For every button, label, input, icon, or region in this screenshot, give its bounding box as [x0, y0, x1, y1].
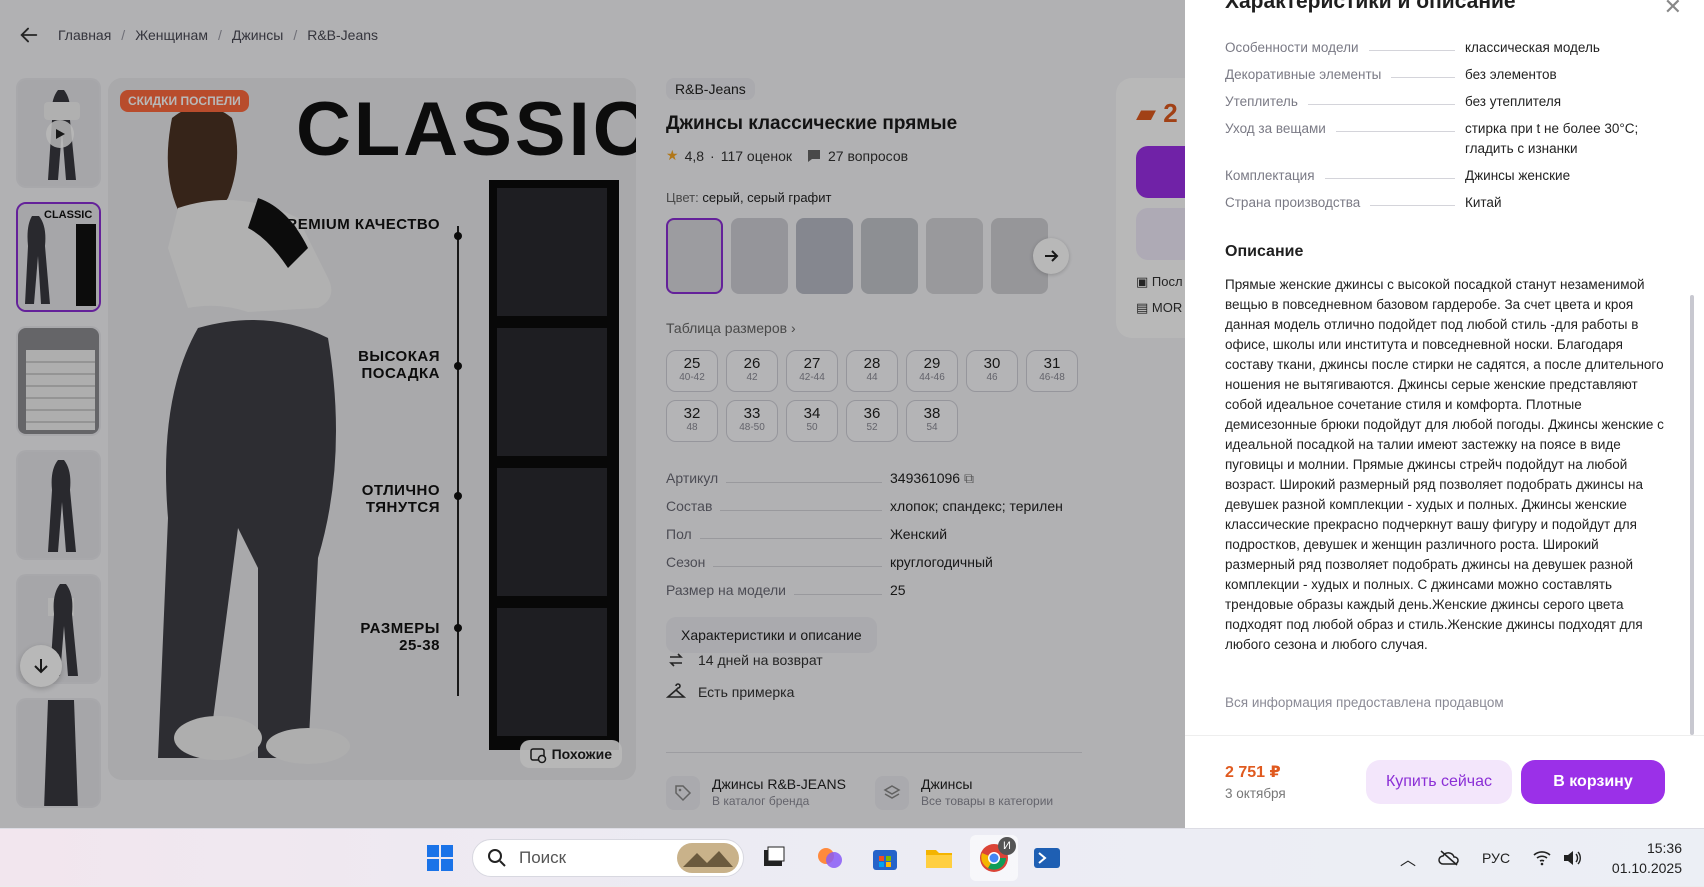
file-explorer-icon[interactable]	[923, 842, 955, 874]
chrome-taskbar-button[interactable]: И	[970, 835, 1018, 881]
char-key: Особенности модели	[1225, 40, 1359, 55]
chevron-up-icon[interactable]: ︿	[1400, 846, 1416, 870]
description-heading: Описание	[1225, 243, 1304, 260]
char-value: Китай	[1465, 195, 1502, 210]
search-highlight-icon	[677, 843, 739, 873]
char-key: Утеплитель	[1225, 94, 1298, 109]
copilot-icon[interactable]	[814, 842, 846, 874]
task-view-icon[interactable]	[758, 842, 790, 874]
windows-start-icon[interactable]	[424, 842, 456, 874]
onedrive-icon[interactable]	[1438, 849, 1460, 867]
chrome-profile-badge: И	[998, 837, 1016, 855]
char-leader	[1368, 38, 1455, 51]
char-leader	[1335, 119, 1455, 132]
char-value: классическая модель	[1465, 40, 1600, 55]
characteristics-list: Особенности модели классическая модель Де…	[1225, 38, 1665, 220]
terminal-icon[interactable]	[1031, 842, 1063, 874]
characteristic-row: Уход за вещами стирка при t не более 30°С…	[1225, 119, 1665, 159]
characteristic-row: Особенности модели классическая модель	[1225, 38, 1665, 58]
panel-footer: 2 751 ₽ 3 октября Купить сейчас В корзин…	[1185, 735, 1704, 828]
char-value: стирка при t не более 30°С; гладить с из…	[1465, 121, 1639, 156]
volume-icon[interactable]	[1562, 850, 1582, 866]
search-icon	[488, 849, 506, 867]
char-key: Уход за вещами	[1225, 121, 1326, 136]
char-leader	[1391, 65, 1455, 78]
taskbar-search[interactable]: Поиск	[472, 839, 744, 877]
characteristic-row: Страна производства Китай	[1225, 193, 1665, 213]
wifi-icon[interactable]	[1532, 850, 1552, 866]
characteristics-panel: Характеристики и описание ✕ Особенности …	[1185, 0, 1704, 828]
char-value: без утеплителя	[1465, 94, 1562, 109]
characteristic-row: Комплектация Джинсы женские	[1225, 166, 1665, 186]
panel-scrollbar[interactable]	[1690, 295, 1694, 735]
search-placeholder: Поиск	[519, 848, 567, 867]
char-leader	[1307, 92, 1455, 105]
clock-time: 15:36	[1646, 840, 1682, 856]
buy-now-button[interactable]: Купить сейчас	[1366, 760, 1512, 804]
taskbar: Поиск И ︿ РУС 15:36 01.10.2025	[0, 828, 1704, 886]
char-leader	[1324, 166, 1455, 179]
char-value: Джинсы женские	[1465, 168, 1571, 183]
footer-price: 2 751 ₽	[1225, 764, 1281, 781]
page: Главная / Женщинам / Джинсы / R&B-Jeans …	[0, 0, 1704, 828]
add-to-cart-button[interactable]: В корзину	[1521, 760, 1665, 804]
description-text: Прямые женские джинсы с высокой посадкой…	[1225, 277, 1664, 652]
language-indicator[interactable]: РУС	[1482, 850, 1510, 866]
store-icon[interactable]	[869, 842, 901, 874]
system-tray: ︿ РУС	[1400, 829, 1582, 887]
clock-date: 01.10.2025	[1611, 860, 1682, 876]
char-value: без элементов	[1465, 67, 1557, 82]
char-key: Декоративные элементы	[1225, 67, 1382, 82]
char-leader	[1370, 193, 1455, 206]
modal-overlay[interactable]	[0, 0, 1185, 828]
characteristic-row: Декоративные элементы без элементов	[1225, 65, 1665, 85]
char-key: Комплектация	[1225, 168, 1315, 183]
panel-heading: Характеристики и описание	[1225, 0, 1516, 13]
footer-delivery-date: 3 октября	[1225, 786, 1286, 801]
characteristic-row: Утеплитель без утеплителя	[1225, 92, 1665, 112]
taskbar-clock[interactable]: 15:36 01.10.2025	[1612, 838, 1682, 878]
seller-note: Вся информация предоставлена продавцом	[1225, 695, 1504, 710]
char-key: Страна производства	[1225, 195, 1361, 210]
close-icon[interactable]: ✕	[1664, 0, 1682, 20]
